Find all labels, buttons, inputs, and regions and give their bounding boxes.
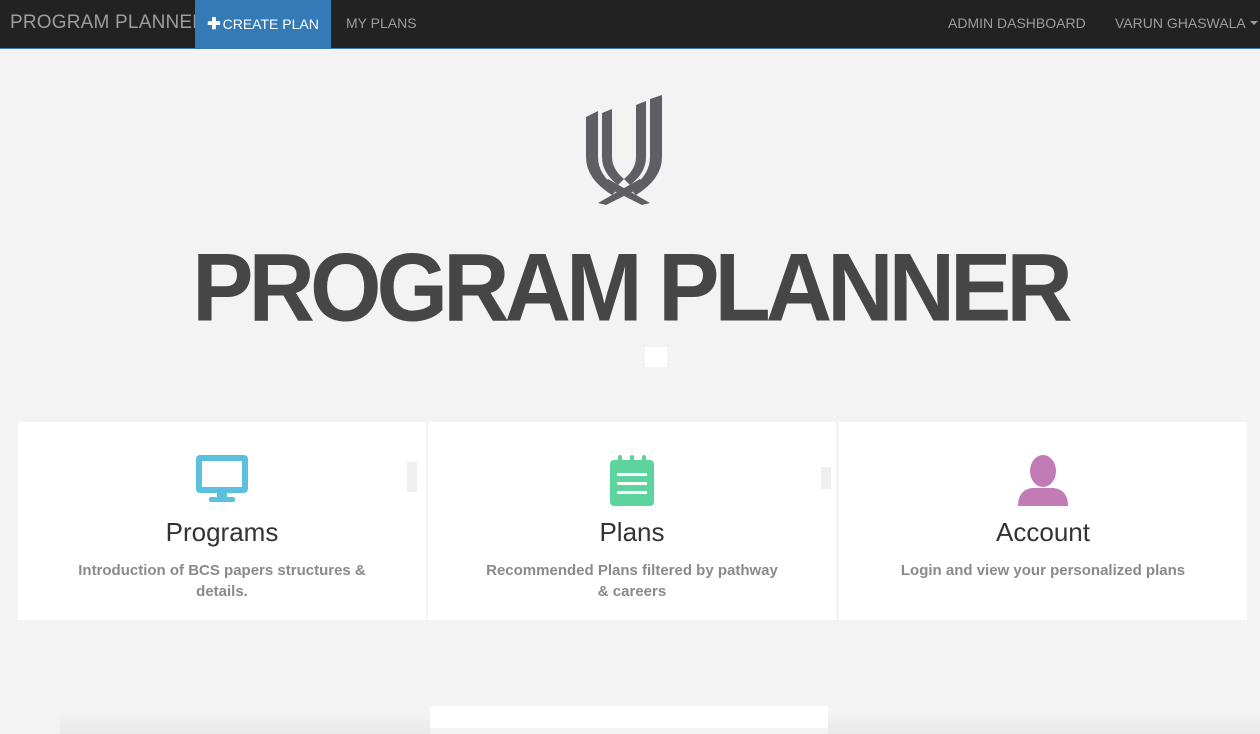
bottom-shadow-left (60, 712, 430, 734)
card-description: Login and view your personalized plans (900, 562, 1186, 579)
bottom-shadow-right (828, 712, 1260, 734)
programs-card[interactable]: Programs Introduction of BCS papers stru… (18, 422, 426, 620)
user-name: VARUN GHASWALA (1115, 15, 1246, 31)
account-card[interactable]: Account Login and view your personalized… (839, 422, 1247, 620)
create-plan-label: CREATE PLAN (222, 16, 319, 32)
hero-title: PROGRAM PLANNER (192, 234, 1073, 342)
plans-card[interactable]: Plans Recommended Plans filtered by path… (428, 422, 836, 620)
scrollbar-thumb (407, 462, 417, 492)
notepad-icon (609, 454, 655, 511)
create-plan-button[interactable]: ✚ CREATE PLAN (195, 0, 331, 49)
card-description: Introduction of BCS papers structures & … (78, 562, 366, 600)
user-menu-dropdown[interactable]: VARUN GHASWALA (1115, 0, 1258, 48)
card-title: Account (996, 517, 1090, 547)
admin-dashboard-link[interactable]: ADMIN DASHBOARD (948, 0, 1086, 48)
caret-down-icon (1249, 21, 1258, 26)
monitor-icon (195, 454, 249, 509)
bottom-panel-edge (430, 706, 828, 728)
my-plans-link[interactable]: MY PLANS (346, 0, 417, 48)
top-navbar: PROGRAM PLANNER ✚ CREATE PLAN MY PLANS AD… (0, 0, 1260, 49)
card-description: Recommended Plans filtered by pathway & … (486, 562, 778, 600)
card-title: Plans (599, 517, 665, 547)
card-title: Programs (165, 517, 279, 547)
university-shield-logo (584, 95, 664, 207)
loading-indicator (645, 347, 667, 367)
navbar-brand[interactable]: PROGRAM PLANNER (10, 0, 206, 48)
scrollbar-thumb (821, 467, 831, 489)
user-icon (1016, 454, 1070, 513)
plus-icon: ✚ (207, 16, 221, 33)
